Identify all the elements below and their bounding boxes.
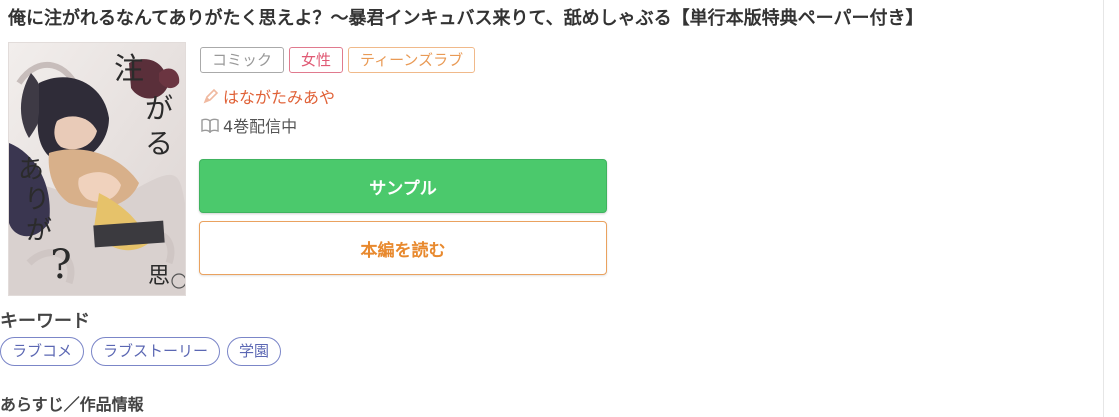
product-title: 俺に注がれるなんてありがたく思えよ？～暴君インキュバス来りて、舐めしゃぶる【単行… bbox=[8, 8, 924, 29]
volume-count-row: 4巻配信中 bbox=[200, 114, 297, 136]
keyword-pill[interactable]: ラブコメ bbox=[0, 337, 85, 366]
cover-title-glyph-3: る bbox=[145, 127, 173, 160]
cover-title-glyph-5: り bbox=[24, 185, 50, 215]
read-button-label: 本編を読む bbox=[360, 240, 446, 261]
keyword-list: ラブコメ ラブストーリー 学園 bbox=[0, 337, 282, 366]
tag-list: コミック 女性 ティーンズラブ bbox=[200, 47, 476, 73]
cover-title-glyph-8: 思 bbox=[148, 264, 170, 289]
volume-count-text: 4巻配信中 bbox=[223, 117, 298, 136]
sample-button-label: サンプル bbox=[369, 178, 437, 199]
keywords-heading: キーワード bbox=[0, 311, 90, 332]
page: 俺に注がれるなんてありがたく思えよ？～暴君インキュバス来りて、舐めしゃぶる【単行… bbox=[0, 0, 1119, 417]
cover-title-glyph-2: が bbox=[145, 92, 173, 125]
keyword-pill[interactable]: 学園 bbox=[227, 337, 282, 366]
tag-genre[interactable]: 女性 bbox=[289, 47, 344, 73]
cover-title-glyph-6: が bbox=[26, 216, 52, 246]
cover-title-glyph-7: ? bbox=[50, 242, 71, 288]
keyword-pill[interactable]: ラブストーリー bbox=[91, 337, 221, 366]
synopsis-heading: あらすじ／作品情報 bbox=[0, 395, 144, 414]
tag-subgenre[interactable]: ティーンズラブ bbox=[348, 47, 476, 73]
pen-icon bbox=[200, 87, 220, 105]
read-button[interactable]: 本編を読む bbox=[199, 221, 607, 275]
book-icon bbox=[200, 116, 220, 134]
cover-image[interactable]: 注 が る あ り が ? 思 bbox=[8, 42, 186, 296]
author-row[interactable]: はながたみあや bbox=[200, 85, 335, 107]
cover-title-glyph-4: あ bbox=[18, 155, 44, 185]
column-divider bbox=[1103, 0, 1104, 417]
author-name-link[interactable]: はながたみあや bbox=[223, 84, 335, 108]
sample-button[interactable]: サンプル bbox=[199, 159, 607, 213]
cover-illustration: 注 が る あ り が ? 思 bbox=[9, 43, 185, 295]
cover-title-glyph-1: 注 bbox=[114, 52, 144, 87]
tag-format[interactable]: コミック bbox=[200, 47, 285, 73]
